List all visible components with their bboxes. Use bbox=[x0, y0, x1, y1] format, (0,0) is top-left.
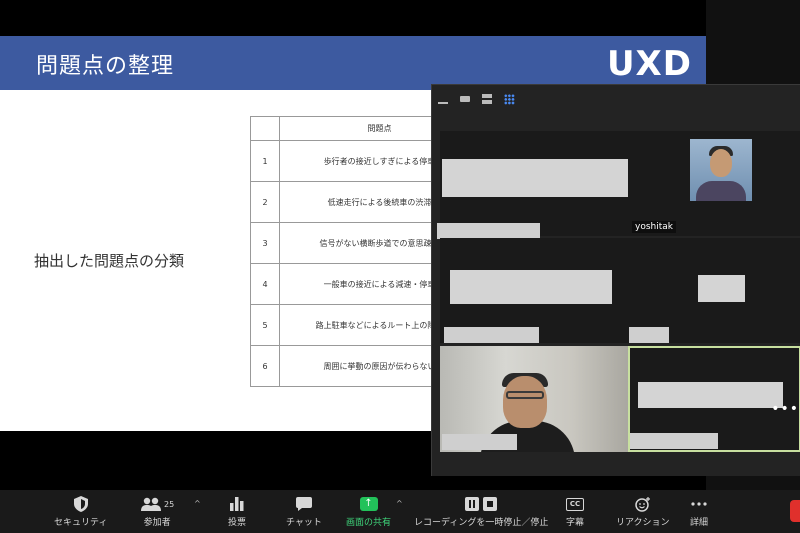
redacted-name-bar bbox=[437, 223, 540, 239]
redacted-name-bar bbox=[630, 433, 718, 449]
security-button[interactable]: セキュリティ bbox=[54, 496, 107, 528]
speaker-view-icon[interactable] bbox=[460, 96, 470, 102]
chat-button[interactable]: チャット bbox=[286, 496, 322, 528]
row-num: 1 bbox=[250, 140, 280, 182]
row-num: 2 bbox=[250, 181, 280, 223]
shield-icon bbox=[73, 496, 88, 512]
ellipsis-icon bbox=[691, 496, 707, 512]
participants-button[interactable]: 25 参加者 bbox=[140, 496, 174, 528]
row-num: 6 bbox=[250, 345, 280, 387]
slide-header: 問題点の整理 UXD bbox=[0, 36, 706, 90]
participants-count: 25 bbox=[164, 499, 175, 509]
more-options-icon[interactable]: ••• bbox=[771, 401, 799, 417]
people-icon: 25 bbox=[140, 496, 174, 512]
end-meeting-button[interactable] bbox=[790, 500, 800, 522]
strip-view-icon[interactable] bbox=[482, 94, 492, 104]
redacted-name bbox=[638, 382, 783, 408]
redacted-name bbox=[698, 275, 745, 302]
minimize-view-icon[interactable] bbox=[438, 102, 448, 104]
uxd-logo: UXD bbox=[606, 44, 692, 84]
row-num: 4 bbox=[250, 263, 280, 305]
redacted-name-bar bbox=[442, 434, 517, 450]
gallery-view-icon[interactable] bbox=[504, 93, 515, 105]
pause-stop-icon bbox=[465, 496, 498, 512]
redacted-name bbox=[450, 270, 612, 304]
share-screen-button[interactable]: ↑ 画面の共有 bbox=[346, 496, 391, 528]
slide-title: 問題点の整理 bbox=[36, 54, 175, 79]
share-arrow-icon: ↑ bbox=[359, 496, 378, 512]
table-header-num bbox=[250, 116, 280, 141]
row-num: 3 bbox=[250, 222, 280, 264]
participant-name: yoshitak bbox=[632, 221, 676, 233]
participant-tile[interactable] bbox=[440, 131, 628, 236]
captions-button[interactable]: CC 字幕 bbox=[566, 496, 584, 528]
row-num: 5 bbox=[250, 304, 280, 346]
chat-bubble-icon bbox=[295, 496, 312, 512]
cc-icon: CC bbox=[566, 496, 584, 512]
meeting-toolbar: セキュリティ 25 参加者 ^ 投票 チャット ↑ 画面の共有 ^ レコーディン… bbox=[0, 490, 800, 533]
more-button[interactable]: 詳細 bbox=[690, 496, 708, 528]
avatar bbox=[690, 139, 752, 201]
bar-chart-icon bbox=[230, 496, 244, 512]
redacted-name-bar bbox=[629, 327, 669, 343]
redacted-name bbox=[442, 159, 628, 197]
redacted-name-bar bbox=[444, 327, 539, 343]
video-gallery-window[interactable]: yoshitak ••• bbox=[431, 84, 800, 476]
polls-button[interactable]: 投票 bbox=[228, 496, 246, 528]
smiley-icon bbox=[635, 496, 651, 512]
share-caret-icon[interactable]: ^ bbox=[396, 499, 403, 508]
recording-button[interactable]: レコーディングを一時停止／停止 bbox=[414, 496, 548, 528]
reactions-button[interactable]: リアクション bbox=[616, 496, 670, 528]
participant-tile-yoshitak[interactable]: yoshitak bbox=[628, 131, 800, 236]
participants-caret-icon[interactable]: ^ bbox=[194, 499, 201, 508]
slide-subtitle: 抽出した問題点の分類 bbox=[34, 252, 185, 270]
view-toggles bbox=[438, 91, 515, 107]
